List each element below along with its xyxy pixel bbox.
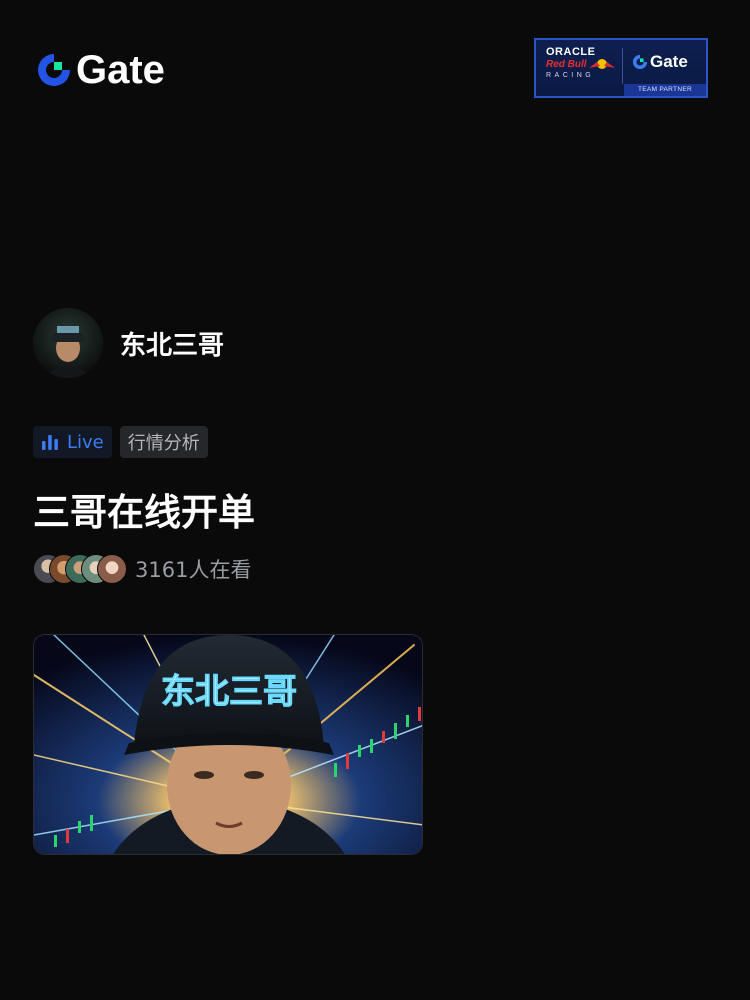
team-partner-badge[interactable]: ORACLE Red Bull RACING Gate TEAM PARTNER: [534, 38, 708, 98]
partner-footer: TEAM PARTNER: [624, 84, 706, 96]
gate-logo-text: Gate: [76, 48, 165, 92]
stream-tags: Live 行情分析: [33, 426, 208, 458]
viewer-row: 3161人在看: [33, 554, 251, 584]
bar-chart-icon: [42, 435, 58, 450]
author-row[interactable]: 东北三哥: [33, 308, 224, 378]
partner-racing-text: RACING: [546, 72, 595, 79]
partner-redbull-text: Red Bull: [546, 59, 587, 70]
gate-logo-icon: [38, 54, 70, 86]
partner-gate-text: Gate: [650, 52, 688, 71]
author-name[interactable]: 东北三哥: [120, 325, 224, 362]
live-label: Live: [67, 431, 104, 453]
gate-logo[interactable]: Gate: [36, 50, 165, 90]
viewer-avatar-icon: [97, 554, 127, 584]
category-label: 行情分析: [127, 433, 200, 454]
cap-text: 东北三哥: [161, 672, 297, 712]
redbull-bulls-icon: [589, 59, 615, 69]
author-avatar-image: [33, 308, 103, 378]
live-badge: Live: [33, 426, 112, 458]
stream-thumbnail-image: 东北三哥: [34, 635, 422, 854]
partner-divider: [622, 48, 623, 84]
gate-logo-icon: [632, 54, 648, 70]
partner-gate-logo: Gate: [632, 52, 688, 72]
author-avatar[interactable]: [33, 308, 103, 378]
category-tag[interactable]: 行情分析: [119, 426, 208, 458]
stream-thumbnail[interactable]: 东北三哥: [33, 634, 423, 855]
viewer-avatars: [33, 554, 127, 584]
stream-title[interactable]: 三哥在线开单: [33, 488, 255, 538]
viewer-count: 3161人在看: [135, 558, 252, 582]
